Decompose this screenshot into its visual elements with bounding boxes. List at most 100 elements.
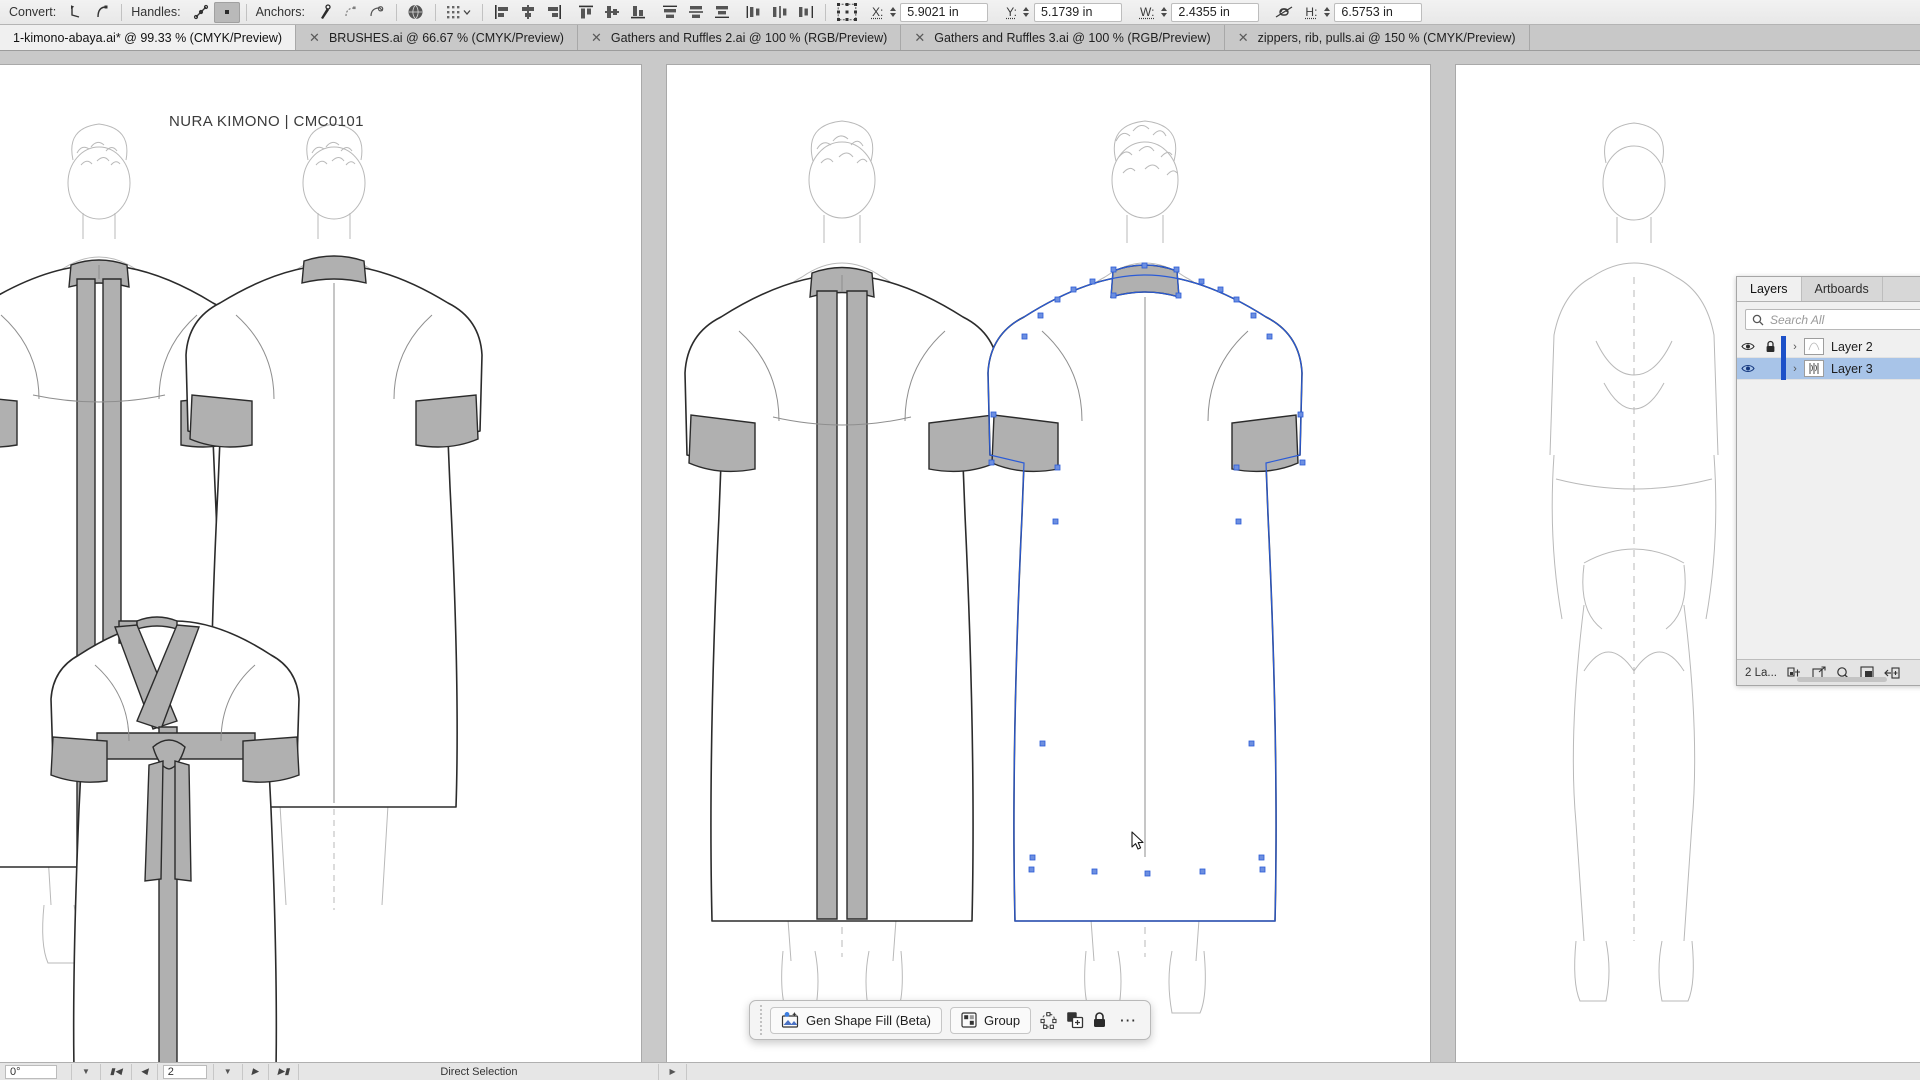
- distribute-top-icon[interactable]: [657, 2, 683, 23]
- close-icon[interactable]: ✕: [1238, 31, 1249, 44]
- document-tab-3[interactable]: ✕ Gathers and Ruffles 2.ai @ 100 % (RGB/…: [578, 25, 901, 50]
- y-field-label: Y:: [1004, 5, 1019, 19]
- distribute-horizontal-center-icon[interactable]: [767, 2, 793, 23]
- tab-layers[interactable]: Layers: [1737, 277, 1802, 301]
- anchors-label: Anchors:: [253, 5, 312, 19]
- h-field-group[interactable]: H: 6.5753 in: [1303, 3, 1422, 22]
- align-horizontal-center-icon[interactable]: [515, 2, 541, 23]
- hide-handles-icon[interactable]: [214, 2, 240, 23]
- close-icon[interactable]: ✕: [591, 31, 602, 44]
- distribute-bottom-icon[interactable]: [709, 2, 735, 23]
- tab-artboards[interactable]: Artboards: [1802, 277, 1883, 301]
- flat-robe-belted-c: [51, 617, 299, 1062]
- layer-row[interactable]: › Layer 3: [1737, 358, 1920, 380]
- duplicate-object-icon[interactable]: [1066, 1007, 1084, 1034]
- y-stepper[interactable]: [1022, 4, 1031, 21]
- drag-handle-icon[interactable]: [760, 1011, 762, 1029]
- distribute-right-icon[interactable]: [793, 2, 819, 23]
- artboard-number-field[interactable]: 2: [158, 1064, 214, 1080]
- lock-object-icon[interactable]: [1092, 1007, 1107, 1034]
- align-left-icon[interactable]: [489, 2, 515, 23]
- flat-kimono-front: [685, 268, 999, 922]
- artboard-2[interactable]: [666, 64, 1431, 1062]
- remove-anchor-icon[interactable]: [312, 2, 338, 23]
- h-input[interactable]: 6.5753 in: [1334, 3, 1422, 22]
- show-handles-icon[interactable]: [188, 2, 214, 23]
- rotate-view-value[interactable]: 0°: [5, 1065, 57, 1079]
- x-stepper[interactable]: [888, 4, 897, 21]
- layers-list[interactable]: › Layer 2 › Layer 3: [1737, 336, 1920, 659]
- align-vertical-center-icon[interactable]: [599, 2, 625, 23]
- transform-bounding-box-icon[interactable]: [832, 2, 862, 23]
- status-menu-arrow[interactable]: ▶: [659, 1064, 686, 1080]
- artboard-number-value[interactable]: 2: [163, 1065, 207, 1079]
- group-button[interactable]: Group: [950, 1007, 1031, 1034]
- document-tab-bar: ✕ 1-kimono-abaya.ai* @ 99.33 % (CMYK/Pre…: [0, 25, 1920, 51]
- artboard-dropdown[interactable]: ▼: [214, 1064, 243, 1080]
- layer-name[interactable]: Layer 3: [1831, 362, 1920, 376]
- w-field-group[interactable]: W: 2.4355 in: [1138, 3, 1259, 22]
- layer-row[interactable]: › Layer 2: [1737, 336, 1920, 358]
- status-bar: 0° ▼ ▮◀ ◀ 2 ▼ ▶ ▶▮ Direct Selection ▶: [0, 1062, 1920, 1080]
- layer-thumbnail: [1804, 338, 1824, 355]
- document-tab-1[interactable]: ✕ 1-kimono-abaya.ai* @ 99.33 % (CMYK/Pre…: [0, 25, 296, 50]
- edit-path-points-icon[interactable]: [1039, 1007, 1058, 1034]
- expand-chevron-icon[interactable]: ›: [1786, 341, 1804, 353]
- y-field-group[interactable]: Y: 5.1739 in: [1004, 3, 1122, 22]
- align-top-icon[interactable]: [573, 2, 599, 23]
- rotate-view-field[interactable]: 0°: [0, 1064, 72, 1080]
- handles-label: Handles:: [128, 5, 187, 19]
- canvas-area[interactable]: NURA KIMONO | CMC0101: [0, 51, 1920, 1062]
- status-bar-filler: [687, 1064, 1920, 1080]
- document-tab-4[interactable]: ✕ Gathers and Ruffles 3.ai @ 100 % (RGB/…: [901, 25, 1224, 50]
- visibility-eye-icon[interactable]: [1737, 341, 1759, 352]
- current-tool-status[interactable]: Direct Selection: [299, 1064, 659, 1080]
- x-field-group[interactable]: X: 5.9021 in: [870, 3, 988, 22]
- x-input[interactable]: 5.9021 in: [900, 3, 988, 22]
- layer-name[interactable]: Layer 2: [1831, 340, 1920, 354]
- document-tab-label: zippers, rib, pulls.ai @ 150 % (CMYK/Pre…: [1258, 31, 1516, 45]
- visibility-eye-icon[interactable]: [1737, 363, 1759, 374]
- connect-anchor-icon[interactable]: [338, 2, 364, 23]
- layers-horizontal-scrollbar[interactable]: [1797, 677, 1887, 682]
- first-artboard-button[interactable]: ▮◀: [101, 1064, 132, 1080]
- layers-panel[interactable]: Layers Artboards Search All › Layer 2 › …: [1736, 276, 1920, 686]
- document-tab-label: Gathers and Ruffles 2.ai @ 100 % (RGB/Pr…: [611, 31, 887, 45]
- w-stepper[interactable]: [1159, 4, 1168, 21]
- document-tab-5[interactable]: ✕ zippers, rib, pulls.ai @ 150 % (CMYK/P…: [1225, 25, 1530, 50]
- document-tab-2[interactable]: ✕ BRUSHES.ai @ 66.67 % (CMYK/Preview): [296, 25, 578, 50]
- h-field-label: H:: [1303, 5, 1319, 19]
- constrain-width-height-icon[interactable]: [1271, 2, 1297, 23]
- last-artboard-button[interactable]: ▶▮: [269, 1064, 300, 1080]
- convert-anchor-smooth-icon[interactable]: [89, 2, 115, 23]
- lock-icon[interactable]: [1759, 340, 1781, 353]
- flat-kimono-back-selected: [988, 265, 1302, 921]
- w-field-label: W:: [1138, 5, 1156, 19]
- next-artboard-button[interactable]: ▶: [243, 1064, 269, 1080]
- gen-shape-fill-button[interactable]: Gen Shape Fill (Beta): [770, 1007, 942, 1034]
- layers-search-field[interactable]: Search All: [1745, 309, 1920, 330]
- divider: [121, 4, 122, 21]
- cut-path-icon[interactable]: [364, 2, 390, 23]
- divider: [396, 4, 397, 21]
- close-icon[interactable]: ✕: [914, 31, 925, 44]
- close-icon[interactable]: ✕: [309, 31, 320, 44]
- h-stepper[interactable]: [1322, 4, 1331, 21]
- convert-anchor-corner-icon[interactable]: [63, 2, 89, 23]
- transform-reference-point-icon[interactable]: [442, 2, 476, 23]
- more-options-icon[interactable]: ⋯: [1115, 1012, 1141, 1029]
- contextual-taskbar[interactable]: Gen Shape Fill (Beta) Group ⋯: [749, 1000, 1151, 1040]
- w-input[interactable]: 2.4355 in: [1171, 3, 1259, 22]
- isolate-selected-object-icon[interactable]: [403, 2, 429, 23]
- distribute-left-icon[interactable]: [741, 2, 767, 23]
- distribute-vertical-center-icon[interactable]: [683, 2, 709, 23]
- previous-artboard-button[interactable]: ◀: [132, 1064, 158, 1080]
- tab-layers-label: Layers: [1750, 282, 1788, 296]
- layers-panel-tabs: Layers Artboards: [1737, 277, 1920, 302]
- artboard-1[interactable]: NURA KIMONO | CMC0101: [0, 64, 642, 1062]
- expand-chevron-icon[interactable]: ›: [1786, 363, 1804, 375]
- align-bottom-icon[interactable]: [625, 2, 651, 23]
- y-input[interactable]: 5.1739 in: [1034, 3, 1122, 22]
- rotate-view-dropdown[interactable]: ▼: [72, 1064, 101, 1080]
- align-right-icon[interactable]: [541, 2, 567, 23]
